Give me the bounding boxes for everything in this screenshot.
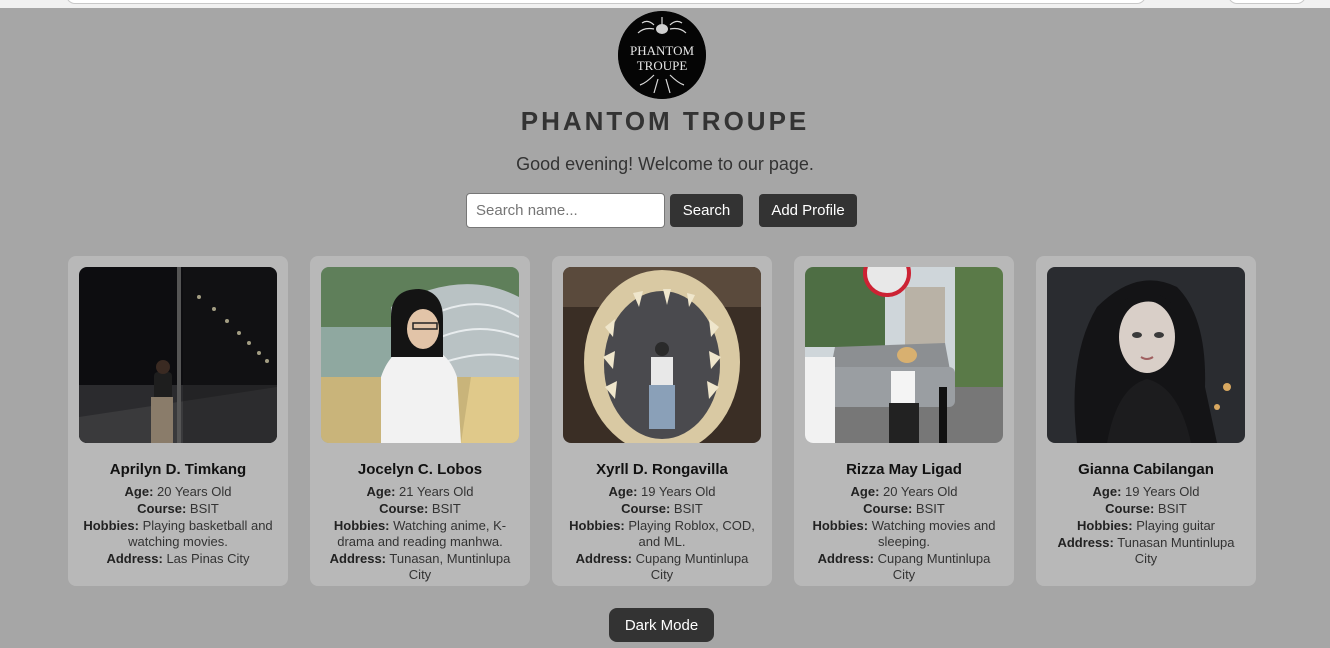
profile-info: Age: 20 Years Old Course: BSIT Hobbies: … <box>80 484 276 568</box>
course-label: Course: <box>379 501 429 516</box>
course-value: BSIT <box>431 501 461 516</box>
age-label: Age: <box>608 484 638 499</box>
profile-photo <box>563 267 761 443</box>
address-value: Cupang Muntinlupa City <box>635 551 749 582</box>
logo-text-line1: PHANTOM <box>630 43 694 58</box>
age-value: 19 Years Old <box>641 484 716 499</box>
profile-name: Xyrll D. Rongavilla <box>596 461 728 478</box>
hobbies-value: Playing Roblox, COD, and ML. <box>628 518 755 549</box>
greeting-text: Good evening! Welcome to our page. <box>516 154 814 174</box>
age-label: Age: <box>1092 484 1122 499</box>
phantom-troupe-logo: PHANTOM TROUPE <box>618 11 706 99</box>
hobbies-label: Hobbies: <box>333 518 390 533</box>
age-value: 21 Years Old <box>399 484 474 499</box>
address-label: Address: <box>817 551 874 566</box>
age-value: 19 Years Old <box>1125 484 1200 499</box>
profile-name: Gianna Cabilangan <box>1078 461 1214 478</box>
profile-info: Age: 21 Years Old Course: BSIT Hobbies: … <box>322 484 518 584</box>
profile-photo <box>79 267 277 443</box>
course-label: Course: <box>137 501 187 516</box>
spider-logo-icon: PHANTOM TROUPE <box>618 11 706 99</box>
address-label: Address: <box>106 551 163 566</box>
address-label: Address: <box>1057 535 1114 550</box>
address-value: Tunasan Muntinlupa City <box>1117 535 1235 566</box>
profile-photo <box>321 267 519 443</box>
profile-card: Jocelyn C. Lobos Age: 21 Years Old Cours… <box>310 256 530 586</box>
dark-mode-button[interactable]: Dark Mode <box>609 608 714 642</box>
hobbies-label: Hobbies: <box>812 518 869 533</box>
course-value: BSIT <box>189 501 219 516</box>
course-value: BSIT <box>915 501 945 516</box>
hobbies-label: Hobbies: <box>1076 518 1133 533</box>
address-label: Address: <box>329 551 387 566</box>
search-input[interactable] <box>466 193 665 228</box>
search-button[interactable]: Search <box>670 194 743 227</box>
parking-lot-photo-icon <box>805 267 1003 443</box>
hobbies-value: Watching movies and sleeping. <box>871 518 996 549</box>
age-label: Age: <box>124 484 154 499</box>
address-label: Address: <box>575 551 632 566</box>
building-portrait-photo-icon <box>321 267 519 443</box>
profile-card: Gianna Cabilangan Age: 19 Years Old Cour… <box>1036 256 1256 586</box>
age-value: 20 Years Old <box>883 484 958 499</box>
profile-info: Age: 20 Years Old Course: BSIT Hobbies: … <box>806 484 1002 584</box>
page-title: PHANTOM TROUPE <box>520 106 810 136</box>
course-value: BSIT <box>1157 501 1187 516</box>
hobbies-value: Playing basketball and watching movies. <box>128 518 273 549</box>
address-value: Tunasan, Muntinlupa City <box>389 551 511 582</box>
profile-info: Age: 19 Years Old Course: BSIT Hobbies: … <box>564 484 760 584</box>
hobbies-label: Hobbies: <box>569 518 625 533</box>
course-label: Course: <box>1105 501 1155 516</box>
age-value: 20 Years Old <box>157 484 232 499</box>
course-label: Course: <box>863 501 913 516</box>
anime-portrait-photo-icon <box>1047 267 1245 443</box>
add-profile-button[interactable]: Add Profile <box>759 194 857 227</box>
address-value: Cupang Muntinlupa City <box>877 551 991 582</box>
age-label: Age: <box>366 484 396 499</box>
course-label: Course: <box>621 501 671 516</box>
address-value: Las Pinas City <box>166 551 250 566</box>
profile-name: Rizza May Ligad <box>846 461 962 478</box>
profile-card: Aprilyn D. Timkang Age: 20 Years Old Cou… <box>68 256 288 586</box>
shark-jaw-photo-icon <box>563 267 761 443</box>
profile-photo <box>805 267 1003 443</box>
profile-photo <box>1047 267 1245 443</box>
hobbies-value: Playing guitar <box>1136 518 1216 533</box>
night-street-photo-icon <box>79 267 277 443</box>
profile-name: Jocelyn C. Lobos <box>357 461 483 478</box>
profile-name: Aprilyn D. Timkang <box>109 461 247 478</box>
course-value: BSIT <box>673 501 703 516</box>
age-label: Age: <box>850 484 880 499</box>
hobbies-label: Hobbies: <box>83 518 139 533</box>
address-bar[interactable] <box>66 0 1146 4</box>
profile-card: Rizza May Ligad Age: 20 Years Old Course… <box>794 256 1014 586</box>
browser-action-button[interactable] <box>1228 0 1306 4</box>
logo-text-line2: TROUPE <box>637 58 688 73</box>
browser-toolbar-edge <box>0 0 1330 8</box>
profile-card: Xyrll D. Rongavilla Age: 19 Years Old Co… <box>552 256 772 586</box>
profile-info: Age: 19 Years Old Course: BSIT Hobbies: … <box>1048 484 1244 568</box>
